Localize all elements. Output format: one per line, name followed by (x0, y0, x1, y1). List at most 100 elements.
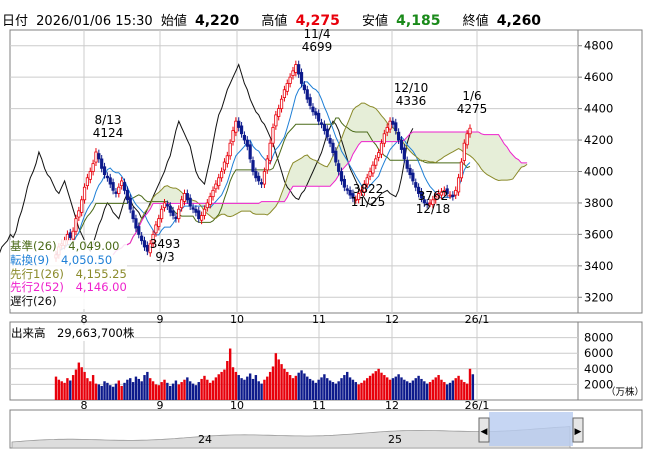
volume-bar (323, 374, 326, 400)
volume-bar (417, 375, 420, 400)
candle-down (308, 97, 312, 106)
price-tick-label: 4400 (584, 102, 613, 116)
volume-bar (425, 383, 429, 400)
volume-bar (60, 381, 63, 400)
candle-down (188, 197, 192, 207)
volume-bar (188, 381, 192, 400)
candle-up (291, 70, 295, 76)
volume-bar (266, 376, 269, 400)
candle-down (337, 163, 341, 172)
candle-down (299, 72, 304, 84)
volume-bar (197, 382, 200, 400)
volume-bar (54, 376, 58, 400)
price-tick-label: 3800 (584, 196, 613, 210)
volume-bar (137, 378, 140, 400)
volume-bar (405, 381, 409, 400)
candle-down (342, 178, 346, 188)
annotation-line2: 4699 (302, 40, 333, 54)
volume-bar (69, 380, 72, 400)
candle-up (157, 218, 161, 227)
volume-bar (334, 383, 338, 400)
legend-tenkan: 転換(9) 4,050.50 (10, 253, 127, 268)
volume-bar (191, 383, 195, 400)
volume-bar (246, 376, 249, 400)
volume-tick-label: 6000 (584, 346, 613, 360)
volume-bar (294, 375, 298, 400)
volume-bar (149, 378, 152, 400)
volume-label: 出来高 29,663,700株 (11, 325, 135, 341)
chart-root: 日付 2026/01/06 15:30 始値 4,220 高値 4,275 安値… (0, 0, 653, 470)
volume-bar (220, 371, 223, 400)
legend-kijun: 基準(26) 4,049.00 (10, 239, 127, 254)
candle-up (77, 210, 81, 218)
volume-bar (374, 371, 377, 400)
volume-bar (83, 371, 86, 400)
volume-bar (414, 378, 417, 400)
volume-bar (223, 369, 226, 400)
volume-bar (443, 382, 446, 400)
candle-down (128, 197, 132, 210)
candle-down (174, 216, 178, 220)
candle-up (388, 120, 392, 130)
candle-up (208, 196, 212, 205)
candle-up (277, 108, 281, 117)
volume-bar (288, 375, 292, 400)
candle-down (317, 112, 321, 122)
candle-down (248, 144, 252, 160)
candle-down (97, 153, 101, 160)
candle-down (165, 204, 169, 207)
annotation-line1: 3493 (150, 237, 181, 251)
candle-down (68, 232, 72, 238)
annotation-line1: 8/13 (95, 113, 122, 127)
volume-bar (80, 367, 83, 400)
price-tick-label: 3600 (584, 227, 613, 241)
price-tick-label: 3200 (584, 290, 613, 304)
volume-bar (89, 381, 92, 400)
annotation-line2: 4336 (396, 94, 427, 108)
candle-down (334, 150, 338, 163)
volume-bar (260, 383, 263, 400)
candle-down (411, 172, 415, 182)
volume-bar (360, 382, 363, 400)
navigator-right-arrow-icon: ▶ (575, 427, 582, 437)
volume-bar (346, 371, 349, 400)
price-volume-chart: 8/134124 34939/3 11/44699 382211/25 12/10433… (0, 27, 644, 449)
candle-up (71, 230, 75, 240)
volume-bar (386, 377, 389, 400)
volume-bar (243, 379, 246, 400)
candle-down (185, 193, 189, 201)
ichimoku-cloud (113, 103, 528, 255)
volume-bar (465, 383, 469, 400)
volume-bar (320, 377, 323, 400)
volume-bar (306, 376, 309, 400)
legend-senkou1-label: 先行1(26) (10, 266, 64, 281)
candle-up (182, 193, 187, 202)
volume-bar (214, 377, 218, 400)
volume-bar (114, 383, 118, 400)
volume-unit-label: （万株） (606, 386, 644, 398)
volume-bar (143, 375, 146, 400)
candle-up (225, 155, 229, 165)
volume-bar (63, 382, 66, 400)
volume-bar (471, 374, 475, 400)
candle-up (368, 171, 372, 177)
volume-bar (166, 382, 169, 400)
volume-bar (200, 378, 203, 400)
volume-bar (454, 378, 457, 400)
candle-down (331, 142, 335, 154)
candle-down (414, 182, 418, 188)
volume-bar (440, 379, 443, 400)
annotation-line2: 4124 (93, 126, 124, 140)
volume-bar (66, 378, 69, 400)
annotation-line1: 3822 (353, 182, 384, 196)
candle-up (468, 127, 472, 135)
annotation-line1: 11/4 (304, 27, 331, 41)
volume-bar (263, 379, 266, 400)
volume-bar (271, 366, 275, 400)
volume-bar (434, 377, 437, 400)
candle-down (325, 128, 329, 138)
volume-bar (468, 368, 472, 400)
month-label-volume: 12 (385, 399, 399, 412)
volume-bar (71, 375, 75, 400)
volume-bar (186, 377, 189, 400)
